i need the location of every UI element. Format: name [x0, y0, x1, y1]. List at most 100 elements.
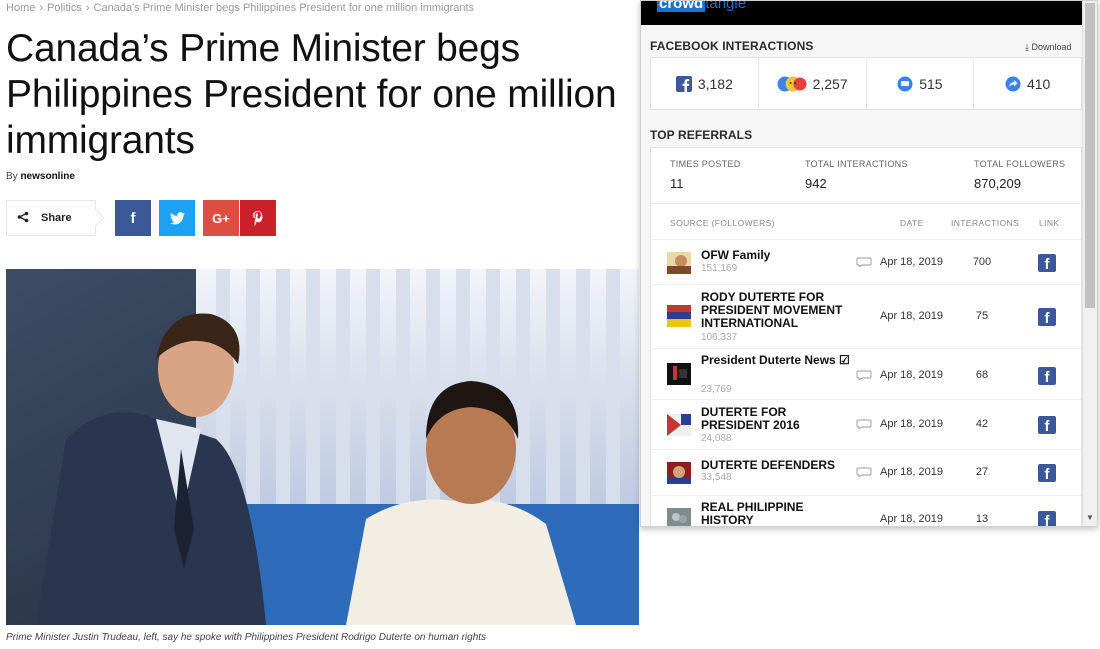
- facebook-total-value: 3,182: [697, 75, 733, 92]
- top-referrals-box: TIMES POSTED 11 TOTAL INTERACTIONS 942 T…: [650, 147, 1082, 527]
- referral-row[interactable]: DUTERTE DEFENDERS 33,548 Apr 18, 2019 27…: [651, 449, 1081, 495]
- referral-interactions: 68: [975, 369, 989, 381]
- source-avatar: [667, 305, 691, 327]
- source-name[interactable]: RODY DUTERTE FOR PRESIDENT MOVEMENT INTE…: [701, 291, 851, 330]
- facebook-link-icon[interactable]: f: [1038, 464, 1056, 482]
- facebook-link-icon[interactable]: f: [1038, 511, 1056, 526]
- reactions-stat: 2,257: [759, 58, 867, 109]
- breadcrumb-separator: ›: [39, 2, 44, 14]
- reactions-icon: [777, 76, 807, 92]
- source-avatar: [667, 363, 691, 385]
- article: Home › Politics › Canada's Prime Minister be…: [0, 0, 640, 649]
- referral-date: Apr 18, 2019: [880, 418, 943, 430]
- byline-prefix: By: [6, 171, 18, 182]
- facebook-share-button[interactable]: f: [115, 200, 151, 236]
- share-button[interactable]: Share: [6, 200, 105, 236]
- crowdtangle-panel: crowd tangle FACEBOOK INTERACTIONS ⤓ Down…: [640, 0, 1098, 527]
- facebook-interactions-title: FACEBOOK INTERACTIONS: [650, 39, 814, 53]
- comment-icon[interactable]: [856, 419, 872, 429]
- referral-row[interactable]: DUTERTE FOR PRESIDENT 2016 24,088 Apr 18…: [651, 399, 1081, 449]
- total-interactions-value: 942: [805, 176, 827, 191]
- source-name[interactable]: President Duterte News ☑: [701, 354, 851, 367]
- referral-date: Apr 18, 2019: [880, 256, 943, 268]
- source-name[interactable]: DUTERTE FOR PRESIDENT 2016: [701, 406, 851, 432]
- source-followers: 33,548: [701, 472, 732, 483]
- referral-interactions: 700: [972, 256, 992, 268]
- byline: By newsonline: [6, 171, 75, 182]
- column-header-link: LINK: [1039, 218, 1060, 228]
- source-name[interactable]: OFW Family: [701, 249, 851, 262]
- photo-caption: Prime Minister Justin Trudeau, left, say…: [6, 632, 487, 643]
- crowdtangle-header: crowd tangle: [641, 1, 1083, 25]
- googleplus-share-button[interactable]: G+: [203, 200, 239, 236]
- share-icon: [1005, 76, 1021, 92]
- referral-interactions: 75: [975, 310, 989, 322]
- download-icon: ⤓: [1025, 42, 1029, 52]
- source-name[interactable]: DUTERTE DEFENDERS: [701, 459, 851, 472]
- referral-row[interactable]: RODY DUTERTE FOR PRESIDENT MOVEMENT INTE…: [651, 284, 1081, 348]
- referral-row[interactable]: OFW Family 151,169 Apr 18, 2019 700 f: [651, 239, 1081, 284]
- referral-interactions: 13: [975, 513, 989, 525]
- facebook-icon: [675, 75, 692, 92]
- shares-value: 410: [1026, 75, 1051, 92]
- times-posted-value: 11: [670, 176, 684, 191]
- facebook-link-icon[interactable]: f: [1038, 254, 1056, 272]
- source-followers: 23,769: [701, 384, 732, 395]
- crowdtangle-logo[interactable]: crowd tangle: [657, 1, 746, 12]
- breadcrumb: Home › Politics › Canada's Prime Minister be…: [6, 2, 474, 14]
- referral-interactions: 27: [975, 466, 989, 478]
- column-header-date[interactable]: DATE: [900, 218, 924, 228]
- times-posted-label: TIMES POSTED: [670, 159, 741, 169]
- source-name[interactable]: REAL PHILIPPINE HISTORY: [701, 501, 851, 527]
- total-interactions-label: TOTAL INTERACTIONS: [805, 159, 908, 169]
- source-avatar: [667, 508, 691, 526]
- author-link[interactable]: newsonline: [20, 171, 74, 182]
- twitter-share-button[interactable]: [159, 200, 195, 236]
- facebook-link-icon[interactable]: f: [1038, 367, 1056, 385]
- comment-icon[interactable]: [856, 257, 872, 267]
- googleplus-icon: G+: [212, 210, 230, 226]
- source-avatar: [667, 414, 691, 436]
- referral-interactions: 42: [975, 418, 989, 430]
- comment-icon[interactable]: [856, 467, 872, 477]
- total-followers-label: TOTAL FOLLOWERS: [974, 159, 1066, 169]
- facebook-total-stat: 3,182: [651, 58, 759, 109]
- scroll-down-arrow-icon[interactable]: ▼: [1086, 513, 1094, 522]
- source-followers: 151,169: [701, 263, 738, 274]
- comments-stat: 515: [867, 58, 975, 109]
- source-followers: 106,337: [701, 332, 738, 343]
- scrollbar-thumb[interactable]: [1085, 3, 1095, 308]
- reactions-value: 2,257: [812, 75, 848, 92]
- facebook-link-icon[interactable]: f: [1038, 308, 1056, 326]
- facebook-interactions-box: 3,182 2,257 515 410: [650, 57, 1082, 110]
- referral-row[interactable]: President Duterte News ☑ 23,769 Apr 18, …: [651, 348, 1081, 399]
- pinterest-icon: [253, 210, 263, 226]
- share-arrow: [86, 208, 105, 227]
- article-title: Canada’s Prime Minister begs Philippines…: [6, 27, 617, 162]
- referral-row[interactable]: REAL PHILIPPINE HISTORY Apr 18, 2019 13 …: [651, 495, 1081, 527]
- share-label: Share: [41, 212, 72, 224]
- column-header-source[interactable]: SOURCE (FOLLOWERS): [670, 218, 775, 228]
- comments-value: 515: [919, 75, 943, 92]
- divider: [651, 203, 1081, 204]
- source-avatar: [667, 462, 691, 484]
- source-avatar: [667, 252, 691, 274]
- panel-scrollbar[interactable]: ▼: [1082, 1, 1097, 526]
- column-header-interactions[interactable]: INTERACTIONS: [951, 218, 1019, 228]
- breadcrumb-section[interactable]: Politics: [47, 2, 82, 14]
- breadcrumb-home[interactable]: Home: [6, 2, 35, 14]
- article-photo: SS: [6, 269, 639, 625]
- referral-date: Apr 18, 2019: [880, 369, 943, 381]
- breadcrumb-current[interactable]: Canada's Prime Minister begs Philippines…: [94, 2, 475, 14]
- facebook-link-icon[interactable]: f: [1038, 416, 1056, 434]
- facebook-icon: f: [130, 209, 136, 227]
- pinterest-share-button[interactable]: [240, 200, 276, 236]
- comment-icon[interactable]: [856, 370, 872, 380]
- source-followers: 24,088: [701, 433, 732, 444]
- top-referrals-title: TOP REFERRALS: [650, 128, 753, 142]
- download-button[interactable]: ⤓ Download: [1025, 42, 1072, 53]
- twitter-icon: [169, 211, 185, 224]
- breadcrumb-separator: ›: [85, 2, 90, 14]
- referral-date: Apr 18, 2019: [880, 310, 943, 322]
- referral-date: Apr 18, 2019: [880, 466, 943, 478]
